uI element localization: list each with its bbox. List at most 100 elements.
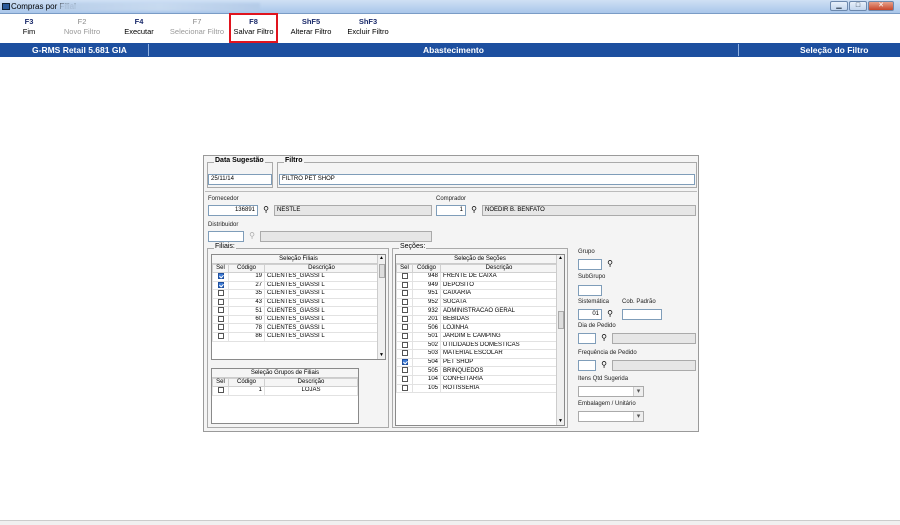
- data-sugestao-field[interactable]: 25/11/14: [208, 174, 272, 185]
- distribuidor-search-icon[interactable]: ⚲: [246, 231, 258, 242]
- row-select-checkbox[interactable]: [217, 307, 224, 314]
- table-row[interactable]: 201 BEBIDAS: [396, 314, 558, 325]
- table-row[interactable]: 60 CLIENTES_GIASSI L: [212, 314, 379, 325]
- itens-qtd-select[interactable]: [578, 386, 644, 397]
- table-row[interactable]: 952 SUCATA: [396, 297, 558, 308]
- toolbar-button-selecionar-filtro[interactable]: F7 Selecionar Filtro: [166, 17, 228, 37]
- row-select-checkbox[interactable]: [401, 342, 408, 348]
- table-row[interactable]: 502 UTILIDADES DOMESTICAS: [396, 340, 558, 351]
- table-row[interactable]: 501 JARDIM E CAMPING: [396, 332, 558, 342]
- row-description: ADMINISTRACAO GERAL: [440, 306, 558, 316]
- row-select-checkbox[interactable]: [401, 307, 408, 314]
- row-select-checkbox[interactable]: [401, 350, 408, 357]
- freq-pedido-search-icon[interactable]: ⚲: [598, 360, 610, 371]
- cob-padrao-field[interactable]: [622, 309, 662, 320]
- row-select-checkbox[interactable]: [217, 324, 224, 331]
- row-select-checkbox[interactable]: [401, 273, 408, 279]
- table-row[interactable]: 35 CLIENTES_GIASSI L: [212, 289, 379, 299]
- row-select-checkbox[interactable]: [401, 376, 408, 382]
- table-row[interactable]: 104 CONFEITARIA: [396, 374, 558, 385]
- toolbar-button-fim[interactable]: F3 Fim: [0, 17, 58, 37]
- row-select-checkbox[interactable]: [401, 316, 408, 322]
- sistematica-search-icon[interactable]: ⚲: [604, 309, 616, 320]
- row-select-checkbox[interactable]: [401, 384, 408, 391]
- row-description: SUCATA: [440, 297, 558, 308]
- row-select-checkbox[interactable]: [217, 333, 224, 340]
- dia-pedido-field[interactable]: [578, 333, 596, 344]
- fornecedor-label: Fornecedor: [208, 196, 239, 202]
- table-row[interactable]: 506 LOJINHA: [396, 323, 558, 334]
- table-row[interactable]: 949 DEPOSITO: [396, 280, 558, 291]
- close-button[interactable]: ✕: [868, 1, 894, 11]
- embalagem-label: Embalagem / Unitário: [578, 401, 636, 407]
- row-description: MATERIAL ESCOLAR: [440, 349, 558, 359]
- filiais-grid-title: Seleção Filiais: [212, 255, 385, 264]
- minimize-button[interactable]: ▁: [830, 1, 848, 11]
- row-select-checkbox[interactable]: [401, 299, 408, 305]
- row-code: 501: [412, 332, 441, 342]
- row-select-checkbox[interactable]: [217, 299, 224, 305]
- table-row[interactable]: 503 MATERIAL ESCOLAR: [396, 349, 558, 359]
- row-description: CLIENTES_GIASSI L: [264, 314, 379, 325]
- table-row[interactable]: 27 CLIENTES_GIASSI L: [212, 280, 379, 291]
- secoes-grid[interactable]: Seleção de Seções Sel Código Descrição 9…: [395, 254, 565, 426]
- embalagem-select[interactable]: [578, 411, 644, 422]
- row-select-checkbox[interactable]: [217, 290, 224, 297]
- toolbar-button-executar[interactable]: F4 Executar: [110, 17, 168, 37]
- grupo-search-icon[interactable]: ⚲: [604, 259, 616, 270]
- row-code: 60: [228, 314, 265, 325]
- sistematica-field[interactable]: 01: [578, 309, 602, 320]
- distribuidor-name-field: [260, 231, 432, 242]
- table-row[interactable]: 43 CLIENTES_GIASSI L: [212, 297, 379, 308]
- row-code: 27: [228, 280, 265, 291]
- row-select-checkbox[interactable]: [401, 290, 408, 297]
- dia-pedido-search-icon[interactable]: ⚲: [598, 333, 610, 344]
- table-row[interactable]: 51 CLIENTES_GIASSI L: [212, 306, 379, 316]
- row-select-checkbox[interactable]: [217, 282, 224, 288]
- row-code: 43: [228, 297, 265, 308]
- table-row[interactable]: 105 ROTISSERIA: [396, 383, 558, 394]
- toolbar-button-salvar-filtro[interactable]: F8 Salvar Filtro: [229, 13, 278, 43]
- grupo-label: Grupo: [578, 249, 595, 255]
- secoes-scrollbar[interactable]: ▲ ▼: [556, 255, 564, 425]
- row-select-checkbox[interactable]: [401, 333, 408, 340]
- row-description: CONFEITARIA: [440, 374, 558, 385]
- row-select-checkbox[interactable]: [401, 282, 408, 288]
- row-select-checkbox[interactable]: [401, 367, 408, 374]
- table-row[interactable]: 504 PET SHOP: [396, 357, 558, 368]
- filiais-scrollbar[interactable]: ▲ ▼: [377, 255, 385, 359]
- fornecedor-code-field[interactable]: 136891: [208, 205, 258, 216]
- row-select-checkbox[interactable]: [401, 324, 408, 331]
- toolbar-button-alterar-filtro[interactable]: ShF5 Alterar Filtro: [282, 17, 340, 37]
- table-row[interactable]: 19 CLIENTES_GIASSI L: [212, 272, 379, 282]
- table-row[interactable]: 951 CAIXARIA: [396, 289, 558, 299]
- table-row[interactable]: 948 FRENTE DE CAIXA: [396, 272, 558, 282]
- dia-pedido-desc-field: [612, 333, 696, 344]
- toolbar-button-novo-filtro[interactable]: F2 Novo Filtro: [53, 17, 111, 37]
- header-divider: [148, 44, 149, 56]
- maximize-button[interactable]: □: [849, 1, 867, 11]
- table-row[interactable]: 505 BRINQUEDOS: [396, 366, 558, 376]
- fornecedor-search-icon[interactable]: ⚲: [260, 205, 272, 216]
- row-select-checkbox[interactable]: [217, 273, 224, 279]
- freq-pedido-field[interactable]: [578, 360, 596, 371]
- table-row[interactable]: 932 ADMINISTRACAO GERAL: [396, 306, 558, 316]
- table-row[interactable]: 86 CLIENTES_GIASSI L: [212, 332, 379, 342]
- comprador-search-icon[interactable]: ⚲: [468, 205, 480, 216]
- distribuidor-code-field[interactable]: [208, 231, 244, 242]
- comprador-code-field[interactable]: 1: [436, 205, 466, 216]
- row-select-checkbox[interactable]: [217, 316, 224, 322]
- grupos-filiais-grid[interactable]: Seleção Grupos de Filiais Sel Código Des…: [211, 368, 359, 424]
- row-select-checkbox[interactable]: [401, 359, 408, 365]
- filtro-field[interactable]: FILTRO PET SHOP: [279, 174, 695, 185]
- filiais-grid[interactable]: Seleção Filiais Sel Código Descrição 19 C…: [211, 254, 386, 360]
- toolbar-button-excluir-filtro[interactable]: ShF3 Excluir Filtro: [339, 17, 397, 37]
- fornecedor-name-field: NESTLE: [274, 205, 432, 216]
- table-row[interactable]: 78 CLIENTES_GIASSI L: [212, 323, 379, 334]
- table-row[interactable]: 1 LOJAS: [212, 386, 358, 396]
- row-select-checkbox[interactable]: [217, 387, 224, 393]
- row-description: CLIENTES_GIASSI L: [264, 289, 379, 299]
- grupo-field[interactable]: [578, 259, 602, 270]
- grupos-filiais-grid-title: Seleção Grupos de Filiais: [212, 369, 358, 378]
- subgrupo-field[interactable]: [578, 285, 602, 296]
